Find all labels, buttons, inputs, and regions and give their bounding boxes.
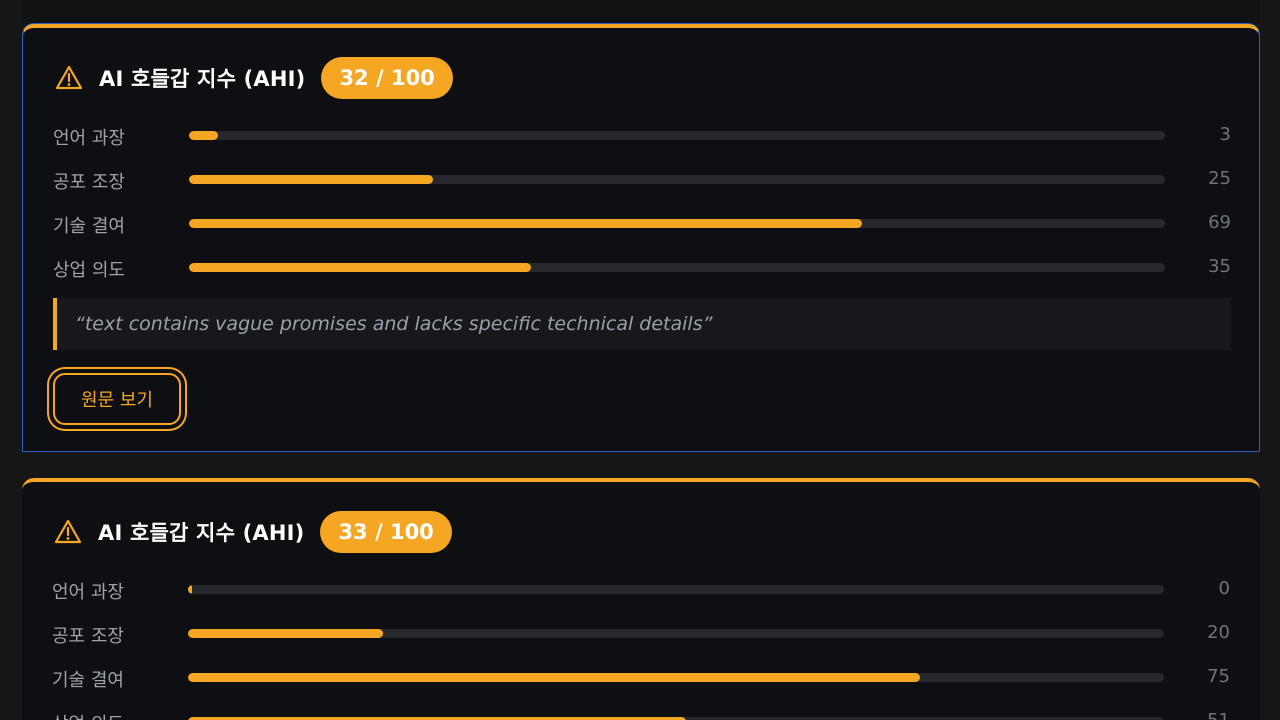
- ahi-card[interactable]: AI 호들갑 지수 (AHI) 33 / 100 언어 과장 0 공포 조장 2…: [22, 478, 1260, 720]
- metric-label: 공포 조장: [52, 626, 124, 647]
- metric-value: 0: [1218, 578, 1230, 599]
- metric-row: 언어 과장 3: [53, 122, 1231, 150]
- page: AI 호들갑 지수 (AHI) 32 / 100 언어 과장 3 공포 조장 2…: [0, 0, 1280, 720]
- metric-bar-fill: [188, 585, 192, 594]
- score-badge: 33 / 100: [320, 511, 452, 553]
- card-header: AI 호들갑 지수 (AHI) 33 / 100: [54, 510, 452, 554]
- metric-label: 기술 결여: [52, 670, 124, 691]
- warning-triangle-icon: [55, 64, 83, 92]
- metric-label: 상업 의도: [53, 260, 125, 281]
- previous-card-edge: [22, 0, 1260, 24]
- ahi-card[interactable]: AI 호들갑 지수 (AHI) 32 / 100 언어 과장 3 공포 조장 2…: [22, 24, 1260, 452]
- metric-bar-fill: [189, 219, 863, 228]
- metric-row: 상업 의도 51: [52, 708, 1230, 720]
- metric-bar: [188, 673, 1164, 682]
- metric-bar-fill: [189, 131, 219, 140]
- metric-bar-fill: [189, 263, 531, 272]
- metric-row: 공포 조장 20: [52, 620, 1230, 648]
- metric-value: 35: [1208, 256, 1231, 277]
- warning-triangle-icon: [54, 518, 82, 546]
- metric-value: 75: [1207, 666, 1230, 687]
- metric-value: 25: [1208, 168, 1231, 189]
- metric-value: 51: [1207, 710, 1230, 720]
- metric-bar-fill: [188, 629, 384, 638]
- metric-bar: [189, 175, 1165, 184]
- metric-bar: [189, 219, 1165, 228]
- score-badge: 32 / 100: [321, 57, 453, 99]
- metric-bar: [188, 629, 1164, 638]
- metric-row: 공포 조장 25: [53, 166, 1231, 194]
- view-original-button[interactable]: 원문 보기: [53, 373, 181, 425]
- card-title: AI 호들갑 지수 (AHI): [99, 67, 306, 91]
- metric-value: 20: [1207, 622, 1230, 643]
- metric-row: 기술 결여 75: [52, 664, 1230, 692]
- metric-bar: [188, 585, 1164, 594]
- quote-text: “text contains vague promises and lacks …: [75, 313, 713, 335]
- metric-label: 기술 결여: [53, 216, 125, 237]
- card-header: AI 호들갑 지수 (AHI) 32 / 100: [55, 56, 453, 100]
- metric-row: 상업 의도 35: [53, 254, 1231, 282]
- analysis-quote: “text contains vague promises and lacks …: [53, 298, 1231, 350]
- metric-bar: [189, 131, 1165, 140]
- metric-row: 언어 과장 0: [52, 576, 1230, 604]
- metric-row: 기술 결여 69: [53, 210, 1231, 238]
- metric-bar-fill: [188, 673, 920, 682]
- metric-value: 69: [1208, 212, 1231, 233]
- metric-bar: [189, 263, 1165, 272]
- card-title: AI 호들갑 지수 (AHI): [98, 521, 305, 545]
- metric-label: 공포 조장: [53, 172, 125, 193]
- metric-label: 언어 과장: [52, 582, 124, 603]
- metric-label: 상업 의도: [52, 710, 124, 720]
- metric-label: 언어 과장: [53, 128, 125, 149]
- metric-bar-fill: [189, 175, 433, 184]
- metric-value: 3: [1219, 124, 1231, 145]
